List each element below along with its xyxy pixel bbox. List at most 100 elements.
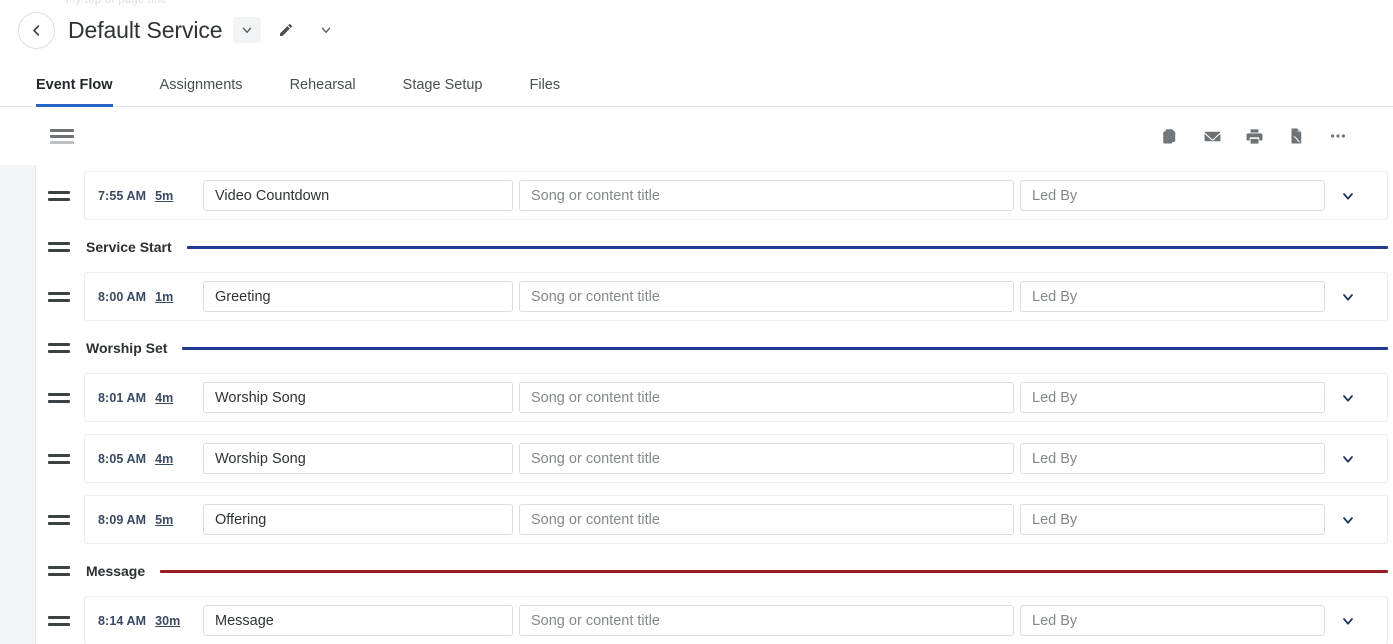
chevron-down-icon	[1340, 512, 1356, 528]
tab-event-flow[interactable]: Event Flow	[36, 77, 113, 107]
row-expand-button[interactable]	[1325, 451, 1371, 467]
item-title-input[interactable]	[203, 180, 513, 211]
pencil-icon	[278, 22, 294, 38]
item-duration[interactable]: 5m	[155, 513, 173, 527]
plan-item-row[interactable]: 7:55 AM 5m	[36, 167, 1393, 224]
item-time: 8:14 AM	[98, 614, 146, 628]
section-rule	[160, 570, 1388, 573]
drag-handle-icon[interactable]	[48, 393, 74, 403]
item-led-by-input[interactable]	[1020, 180, 1325, 211]
title-dropdown-button[interactable]	[233, 17, 261, 43]
email-icon	[1203, 127, 1222, 146]
edit-title-button[interactable]	[271, 16, 301, 44]
item-duration[interactable]: 4m	[155, 452, 173, 466]
more-options-icon	[1328, 126, 1348, 146]
plan-item-card: 8:00 AM 1m	[84, 272, 1388, 321]
plan-item-row[interactable]: 8:05 AM 4m	[36, 430, 1393, 487]
hamburger-menu-icon[interactable]	[50, 123, 76, 149]
chevron-down-icon	[1340, 613, 1356, 629]
event-flow-list: 7:55 AM 5m Service Start	[36, 165, 1393, 644]
row-expand-button[interactable]	[1325, 188, 1371, 204]
tab-rehearsal[interactable]: Rehearsal	[290, 77, 356, 107]
pdf-icon	[1287, 127, 1305, 145]
chevron-down-icon	[1340, 188, 1356, 204]
plan-section-row[interactable]: Message	[36, 552, 1393, 590]
toolbar-actions	[1157, 123, 1393, 149]
time-cell: 8:01 AM 4m	[85, 391, 203, 405]
item-led-by-input[interactable]	[1020, 504, 1325, 535]
item-led-by-input[interactable]	[1020, 382, 1325, 413]
time-cell: 8:00 AM 1m	[85, 290, 203, 304]
item-song-input[interactable]	[519, 382, 1014, 413]
item-time: 8:09 AM	[98, 513, 146, 527]
plan-item-card: 8:01 AM 4m	[84, 373, 1388, 422]
left-gutter	[0, 108, 36, 644]
row-expand-button[interactable]	[1325, 613, 1371, 629]
plan-item-card: 7:55 AM 5m	[84, 171, 1388, 220]
item-song-input[interactable]	[519, 605, 1014, 636]
plan-item-row[interactable]: 8:00 AM 1m	[36, 268, 1393, 325]
item-led-by-input[interactable]	[1020, 605, 1325, 636]
time-cell: 7:55 AM 5m	[85, 189, 203, 203]
row-expand-button[interactable]	[1325, 512, 1371, 528]
print-icon	[1245, 127, 1264, 146]
tab-stage-setup[interactable]: Stage Setup	[403, 77, 483, 107]
app-window: my top of page title Default Service	[0, 0, 1393, 644]
item-duration[interactable]: 30m	[155, 614, 180, 628]
chevron-down-icon	[240, 23, 254, 37]
item-duration[interactable]: 1m	[155, 290, 173, 304]
row-expand-button[interactable]	[1325, 289, 1371, 305]
item-song-input[interactable]	[519, 443, 1014, 474]
chevron-down-icon	[1340, 390, 1356, 406]
row-expand-button[interactable]	[1325, 390, 1371, 406]
item-time: 8:01 AM	[98, 391, 146, 405]
plan-item-card: 8:09 AM 5m	[84, 495, 1388, 544]
drag-handle-icon[interactable]	[48, 191, 74, 201]
section-rule	[182, 347, 1388, 350]
drag-handle-icon[interactable]	[48, 454, 74, 464]
plan-section-row[interactable]: Service Start	[36, 228, 1393, 266]
chevron-left-icon	[29, 23, 44, 38]
item-time: 7:55 AM	[98, 189, 146, 203]
section-label: Worship Set	[86, 340, 167, 356]
pdf-export-button[interactable]	[1283, 123, 1309, 149]
copy-button[interactable]	[1157, 123, 1183, 149]
item-time: 8:05 AM	[98, 452, 146, 466]
page-title: Default Service	[68, 17, 222, 44]
tab-files[interactable]: Files	[529, 77, 560, 107]
item-title-input[interactable]	[203, 281, 513, 312]
item-song-input[interactable]	[519, 180, 1014, 211]
item-led-by-input[interactable]	[1020, 281, 1325, 312]
drag-handle-icon[interactable]	[48, 343, 74, 353]
drag-handle-icon[interactable]	[48, 566, 74, 576]
drag-handle-icon[interactable]	[48, 515, 74, 525]
drag-handle-icon[interactable]	[48, 616, 74, 626]
drag-handle-icon[interactable]	[48, 242, 74, 252]
plan-item-row[interactable]: 8:14 AM 30m	[36, 592, 1393, 644]
back-button[interactable]	[18, 12, 55, 49]
more-options-button[interactable]	[1325, 123, 1351, 149]
plan-item-row[interactable]: 8:01 AM 4m	[36, 369, 1393, 426]
email-button[interactable]	[1199, 123, 1225, 149]
tab-assignments[interactable]: Assignments	[160, 77, 243, 107]
print-button[interactable]	[1241, 123, 1267, 149]
more-dropdown-button[interactable]	[311, 16, 341, 44]
plan-item-card: 8:14 AM 30m	[84, 596, 1388, 644]
item-duration[interactable]: 5m	[155, 189, 173, 203]
item-title-input[interactable]	[203, 504, 513, 535]
item-title-input[interactable]	[203, 605, 513, 636]
title-group: Default Service	[68, 16, 341, 44]
item-led-by-input[interactable]	[1020, 443, 1325, 474]
plan-section-row[interactable]: Worship Set	[36, 329, 1393, 367]
chevron-down-icon	[1340, 289, 1356, 305]
item-song-input[interactable]	[519, 281, 1014, 312]
item-duration[interactable]: 4m	[155, 391, 173, 405]
item-time: 8:00 AM	[98, 290, 146, 304]
item-title-input[interactable]	[203, 443, 513, 474]
section-rule	[187, 246, 1388, 249]
item-song-input[interactable]	[519, 504, 1014, 535]
drag-handle-icon[interactable]	[48, 292, 74, 302]
plan-item-row[interactable]: 8:09 AM 5m	[36, 491, 1393, 548]
item-title-input[interactable]	[203, 382, 513, 413]
plan-toolbar	[0, 107, 1393, 165]
